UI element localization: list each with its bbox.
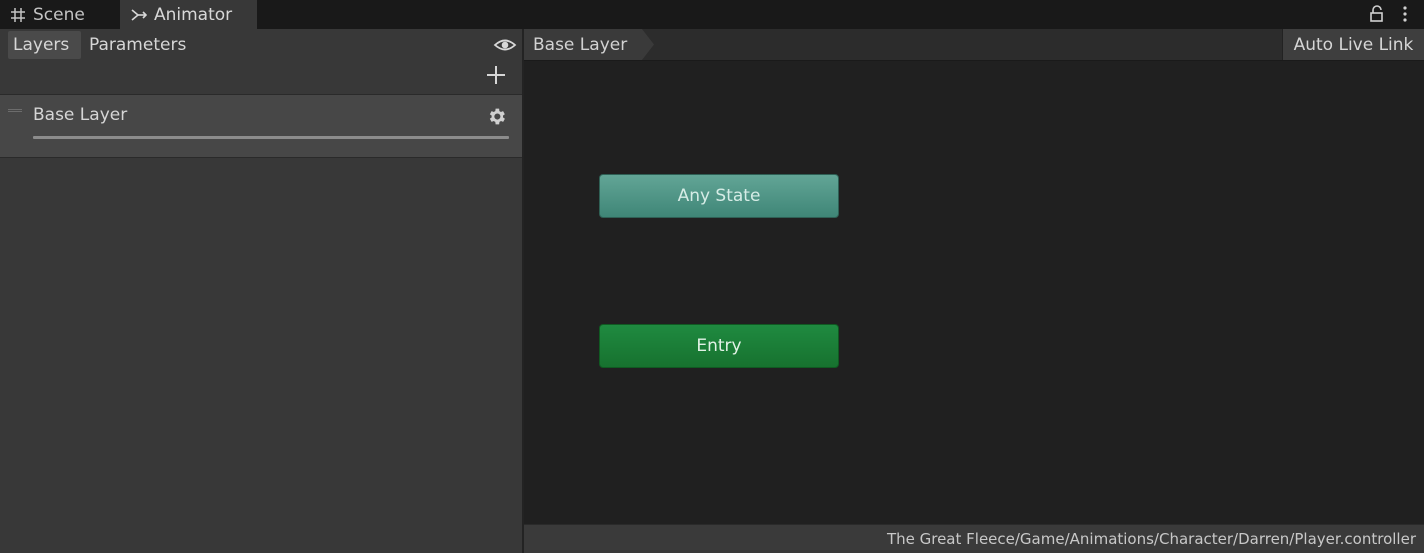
tab-parameters-label: Parameters	[89, 35, 187, 55]
tab-scene[interactable]: Scene	[0, 0, 118, 29]
state-machine-graph[interactable]: Base Layer Auto Live Link Any State Entr…	[524, 29, 1424, 524]
auto-live-link-button[interactable]: Auto Live Link	[1282, 29, 1424, 60]
eye-icon[interactable]	[493, 35, 517, 55]
status-bar: The Great Fleece/Game/Animations/Charact…	[524, 524, 1424, 553]
tab-animator[interactable]: Animator	[120, 0, 257, 29]
graph-header: Base Layer Auto Live Link	[524, 29, 1424, 61]
breadcrumb[interactable]: Base Layer	[524, 29, 654, 60]
auto-live-link-label: Auto Live Link	[1293, 34, 1414, 55]
tab-layers-label: Layers	[13, 35, 70, 55]
add-layer-icon[interactable]	[484, 63, 508, 87]
tab-bar: Scene Animator	[0, 0, 1424, 29]
drag-handle[interactable]	[8, 109, 22, 112]
any-state-node[interactable]: Any State	[599, 174, 839, 218]
animator-icon	[131, 7, 147, 23]
lock-icon[interactable]	[1368, 5, 1386, 23]
tab-parameters[interactable]: Parameters	[84, 31, 192, 59]
more-menu-icon[interactable]	[1396, 5, 1414, 23]
breadcrumb-label: Base Layer	[533, 34, 628, 55]
animator-window: Scene Animator Layers Parameters Base La…	[0, 0, 1424, 553]
tab-layers[interactable]: Layers	[8, 31, 81, 59]
grid-icon	[10, 7, 26, 23]
tab-scene-label: Scene	[33, 4, 85, 25]
panel-tabs: Layers Parameters	[0, 29, 522, 61]
tab-animator-label: Animator	[154, 4, 233, 25]
entry-node[interactable]: Entry	[599, 324, 839, 368]
entry-label: Entry	[696, 336, 742, 356]
layer-name: Base Layer	[33, 105, 128, 125]
layers-panel: Layers Parameters Base Layer	[0, 29, 522, 553]
controller-path: The Great Fleece/Game/Animations/Charact…	[886, 530, 1416, 548]
layer-item[interactable]: Base Layer	[0, 94, 522, 158]
gear-icon[interactable]	[486, 106, 507, 127]
any-state-label: Any State	[677, 186, 761, 206]
layer-weight-slider[interactable]	[33, 136, 509, 139]
